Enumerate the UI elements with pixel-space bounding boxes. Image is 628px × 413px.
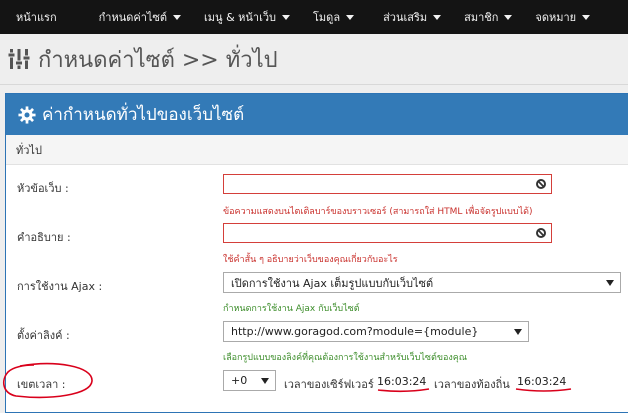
link-select-value: http://www.goragod.com?module={module}	[231, 325, 479, 338]
nav-item-label: เมนู & หน้าเว็บ	[204, 11, 277, 24]
nav-item-label: หน้าแรก	[16, 11, 57, 24]
timezone-annotation-circle	[2, 362, 93, 399]
caret-down-icon	[346, 14, 355, 20]
ajax-select-value: เปิดการใช้งาน Ajax เต็มรูปแบบกับเว็บไซต์	[231, 276, 434, 290]
nav-item-site-settings[interactable]: กำหนดค่าไซต์	[98, 0, 182, 34]
nav-item-mail[interactable]: จดหมาย	[535, 0, 591, 34]
section-title: ทั่วไป	[16, 143, 42, 157]
chevron-down-icon	[606, 280, 614, 286]
description-label: คำอธิบาย :	[17, 231, 71, 244]
nav-item-label: สมาชิก	[464, 11, 499, 24]
web-title-label: หัวข้อเว็บ :	[17, 182, 69, 195]
panel-heading: ค่ากำหนดทั่วไปของเว็บไซต์	[6, 94, 628, 135]
page-title: กำหนดค่าไซต์ >> ทั่วไป	[38, 47, 278, 73]
sliders-icon	[8, 49, 30, 69]
error-icon	[536, 228, 546, 238]
nav-item-modules[interactable]: โมดูล	[313, 0, 355, 34]
nav-item-members[interactable]: สมาชิก	[464, 0, 513, 34]
link-label: ตั้งค่าลิงค์ :	[17, 329, 70, 342]
local-time-label: เวลาของท้องถิ่น	[434, 378, 510, 391]
description-help: ใช้คำสั้น ๆ อธิบายว่าเว็บของคุณเกี่ยวกับ…	[223, 255, 398, 265]
caret-down-icon	[173, 14, 182, 20]
nav-item-label: ส่วนเสริม	[383, 11, 428, 24]
nav-item-home[interactable]: หน้าแรก	[16, 0, 57, 34]
gear-icon	[18, 105, 36, 124]
nav-item-label: โมดูล	[313, 11, 341, 24]
web-title-help: ข้อความแสดงบนไตเติลบาร์ของบราวเซอร์ (สาม…	[223, 207, 533, 217]
server-time-underline	[377, 388, 430, 393]
ajax-help: กำหนดการใช้งาน Ajax กับเว็บไซต์	[223, 304, 360, 314]
nav-item-label: จดหมาย	[535, 11, 577, 24]
caret-down-icon	[504, 14, 513, 20]
ajax-select[interactable]: เปิดการใช้งาน Ajax เต็มรูปแบบกับเว็บไซต์	[223, 272, 621, 293]
nav-item-addons[interactable]: ส่วนเสริม	[383, 0, 442, 34]
nav-item-label: กำหนดค่าไซต์	[98, 11, 168, 24]
web-title-input[interactable]	[223, 174, 552, 194]
chevron-down-icon	[261, 378, 269, 384]
timezone-select-value: +0	[231, 374, 248, 387]
link-help: เลือกรูปแบบของลิงค์ที่คุณต้องการใช้งานสำ…	[223, 353, 468, 363]
header-divider	[0, 84, 628, 85]
section-label: ทั่วไป	[6, 135, 628, 165]
panel-title: ค่ากำหนดทั่วไปของเว็บไซต์	[42, 105, 245, 125]
error-icon	[536, 179, 546, 189]
top-navbar: หน้าแรก กำหนดค่าไซต์ เมนู & หน้าเว็บ โมด…	[0, 0, 628, 34]
caret-down-icon	[582, 14, 591, 20]
ajax-label: การใช้งาน Ajax :	[17, 280, 103, 293]
link-format-select[interactable]: http://www.goragod.com?module={module}	[223, 321, 529, 342]
description-input[interactable]	[223, 223, 552, 243]
chevron-down-icon	[514, 329, 522, 335]
caret-down-icon	[433, 14, 442, 20]
server-time-label: เวลาของเซิร์ฟเวอร์	[284, 378, 374, 391]
timezone-select[interactable]: +0	[223, 370, 276, 391]
caret-down-icon	[282, 14, 291, 20]
nav-item-menus-pages[interactable]: เมนู & หน้าเว็บ	[204, 0, 291, 34]
page-header: กำหนดค่าไซต์ >> ทั่วไป	[0, 34, 628, 84]
local-time-underline	[515, 388, 572, 392]
